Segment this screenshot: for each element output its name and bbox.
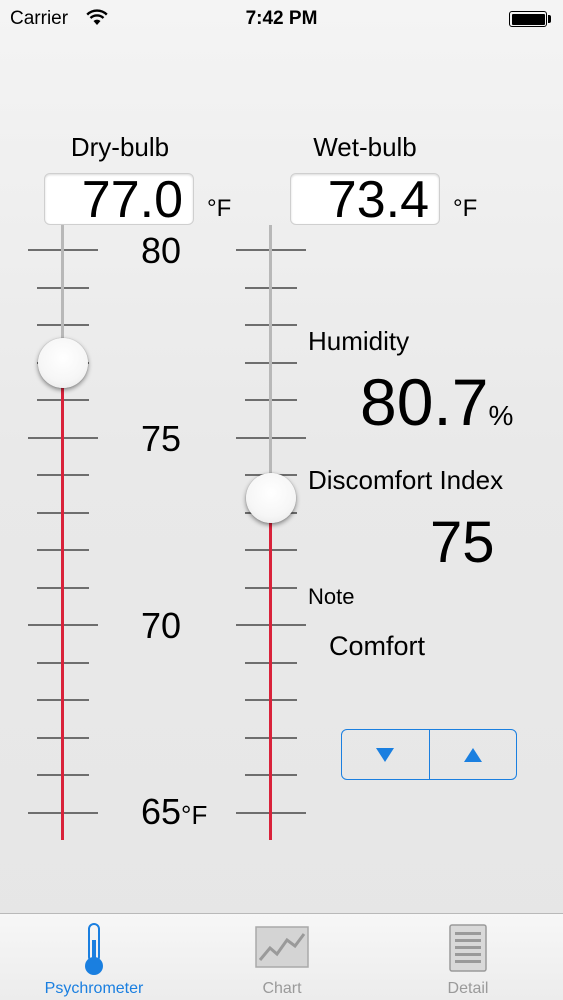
tab-psychrometer-label: Psychrometer — [44, 980, 144, 997]
chart-icon — [255, 926, 309, 968]
wet-bulb-value[interactable]: 73.4 — [290, 173, 440, 226]
battery-icon — [509, 11, 547, 27]
status-time: 7:42 PM — [245, 8, 318, 29]
dry-bulb-scale[interactable] — [27, 225, 117, 845]
humidity-value: 80.7% — [360, 364, 513, 440]
document-icon — [449, 924, 487, 972]
discomfort-index-label: Discomfort Index — [308, 465, 504, 495]
humidity-label: Humidity — [308, 326, 410, 356]
value-stepper[interactable] — [341, 729, 517, 780]
scale-label-65-value: 65 — [141, 791, 182, 832]
status-bar: Carrier 7:42 PM — [0, 0, 563, 40]
note-label: Note — [308, 584, 355, 609]
tab-psychrometer[interactable]: Psychrometer — [15, 914, 173, 1000]
dry-bulb-unit: °F — [207, 195, 232, 222]
humidity-number: 80.7 — [360, 365, 489, 439]
tab-chart[interactable]: Chart — [203, 914, 361, 1000]
scale-label-80: 80 — [141, 230, 182, 271]
decrement-button[interactable] — [342, 730, 429, 779]
up-triangle-icon — [463, 747, 482, 762]
increment-button[interactable] — [428, 730, 517, 779]
tab-detail[interactable]: Detail — [389, 914, 547, 1000]
down-triangle-icon — [376, 747, 395, 762]
note-value: Comfort — [329, 631, 426, 661]
dry-bulb-title: Dry-bulb — [70, 132, 170, 162]
scale-rail-mercury — [61, 362, 64, 840]
scale-rail-empty — [269, 225, 272, 498]
scale-label-65: 65°F — [141, 791, 207, 833]
dry-bulb-value[interactable]: 77.0 — [44, 173, 194, 226]
scale-label-70: 70 — [141, 605, 182, 646]
wet-bulb-title: Wet-bulb — [313, 132, 417, 162]
tab-chart-label: Chart — [262, 980, 302, 997]
tab-detail-label: Detail — [447, 980, 489, 997]
scale-label-75: 75 — [141, 418, 182, 459]
wet-bulb-slider-knob[interactable] — [245, 472, 296, 523]
tab-bar: Psychrometer Chart Detail — [0, 913, 563, 1000]
humidity-unit: % — [488, 400, 514, 431]
thermometer-icon — [85, 923, 103, 975]
discomfort-index-value: 75 — [430, 510, 495, 575]
scale-rail-mercury — [269, 497, 272, 840]
battery-tip — [548, 15, 551, 23]
scale-unit: °F — [181, 800, 208, 830]
dry-bulb-slider-knob[interactable] — [37, 337, 88, 388]
wet-bulb-unit: °F — [453, 195, 478, 222]
wet-bulb-scale[interactable] — [235, 225, 325, 845]
